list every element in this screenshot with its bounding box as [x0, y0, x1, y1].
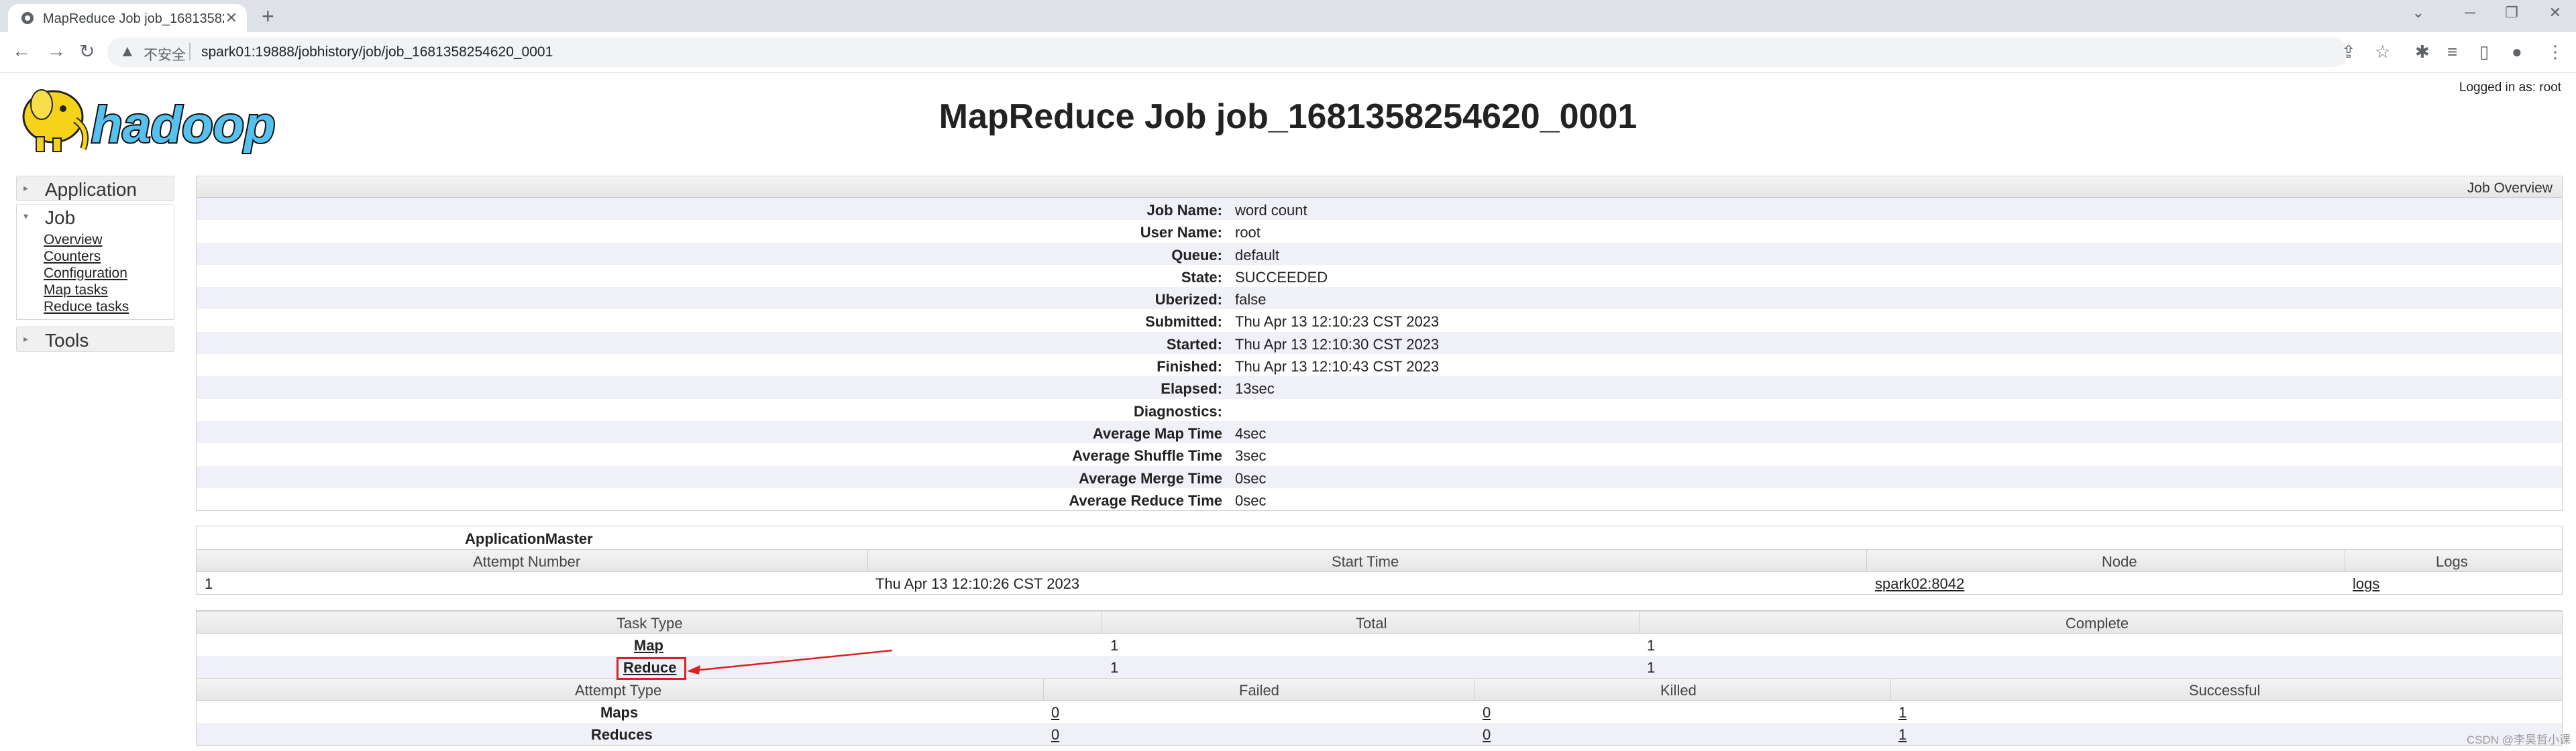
- annotation-arrow: [687, 649, 893, 675]
- watermark: CSDN @李昊哲小课: [2466, 734, 2571, 746]
